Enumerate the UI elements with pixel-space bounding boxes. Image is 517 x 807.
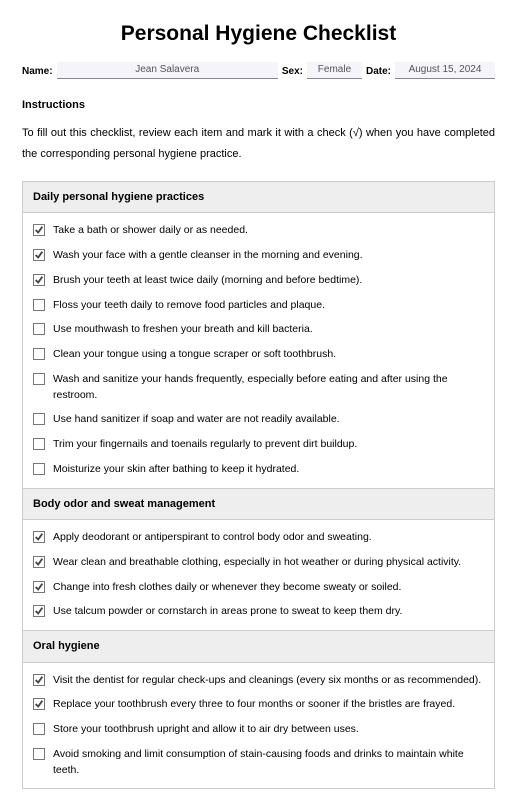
- name-label: Name:: [22, 64, 53, 79]
- check-label: Visit the dentist for regular check-ups …: [53, 673, 484, 689]
- section-header: Body odor and sweat management: [23, 489, 494, 521]
- section: Body odor and sweat management Apply deod…: [22, 489, 495, 632]
- check-item: Replace your toothbrush every three to f…: [33, 697, 484, 713]
- check-item: Wash and sanitize your hands frequently,…: [33, 372, 484, 404]
- check-label: Apply deodorant or antiperspirant to con…: [53, 530, 484, 546]
- checkbox[interactable]: [33, 274, 45, 286]
- section-body: Visit the dentist for regular check-ups …: [23, 663, 494, 789]
- check-item: Wash your face with a gentle cleanser in…: [33, 248, 484, 264]
- check-item: Change into fresh clothes daily or whene…: [33, 580, 484, 596]
- check-label: Brush your teeth at least twice daily (m…: [53, 273, 484, 289]
- checkbox[interactable]: [33, 249, 45, 261]
- sex-field[interactable]: Female: [307, 62, 362, 79]
- check-item: Use talcum powder or cornstarch in areas…: [33, 604, 484, 620]
- check-label: Wear clean and breathable clothing, espe…: [53, 555, 484, 571]
- check-label: Change into fresh clothes daily or whene…: [53, 580, 484, 596]
- check-label: Replace your toothbrush every three to f…: [53, 697, 484, 713]
- checkbox[interactable]: [33, 605, 45, 617]
- checkbox[interactable]: [33, 224, 45, 236]
- check-label: Store your toothbrush upright and allow …: [53, 722, 484, 738]
- check-item: Wear clean and breathable clothing, espe…: [33, 555, 484, 571]
- check-item: Floss your teeth daily to remove food pa…: [33, 298, 484, 314]
- checkbox[interactable]: [33, 556, 45, 568]
- check-label: Clean your tongue using a tongue scraper…: [53, 347, 484, 363]
- check-item: Use hand sanitizer if soap and water are…: [33, 412, 484, 428]
- checkbox[interactable]: [33, 299, 45, 311]
- section-body: Apply deodorant or antiperspirant to con…: [23, 520, 494, 630]
- section-header: Oral hygiene: [23, 631, 494, 663]
- checkbox[interactable]: [33, 348, 45, 360]
- checkbox[interactable]: [33, 373, 45, 385]
- sex-label: Sex:: [282, 64, 303, 79]
- check-item: Use mouthwash to freshen your breath and…: [33, 322, 484, 338]
- section-body: Take a bath or shower daily or as needed…: [23, 213, 494, 487]
- check-label: Use hand sanitizer if soap and water are…: [53, 412, 484, 428]
- checkbox[interactable]: [33, 581, 45, 593]
- check-label: Floss your teeth daily to remove food pa…: [53, 298, 484, 314]
- check-item: Avoid smoking and limit consumption of s…: [33, 747, 484, 779]
- checkbox[interactable]: [33, 531, 45, 543]
- check-item: Moisturize your skin after bathing to ke…: [33, 462, 484, 478]
- checkbox[interactable]: [33, 323, 45, 335]
- checkbox[interactable]: [33, 674, 45, 686]
- checkbox[interactable]: [33, 698, 45, 710]
- section: Oral hygiene Visit the dentist for regula…: [22, 631, 495, 789]
- check-label: Wash and sanitize your hands frequently,…: [53, 372, 484, 404]
- check-item: Trim your fingernails and toenails regul…: [33, 437, 484, 453]
- check-label: Avoid smoking and limit consumption of s…: [53, 747, 484, 779]
- check-item: Visit the dentist for regular check-ups …: [33, 673, 484, 689]
- check-label: Use mouthwash to freshen your breath and…: [53, 322, 484, 338]
- check-item: Brush your teeth at least twice daily (m…: [33, 273, 484, 289]
- check-label: Trim your fingernails and toenails regul…: [53, 437, 484, 453]
- page-title: Personal Hygiene Checklist: [22, 18, 495, 50]
- check-item: Apply deodorant or antiperspirant to con…: [33, 530, 484, 546]
- checkbox[interactable]: [33, 438, 45, 450]
- meta-row: Name: Jean Salavera Sex: Female Date: Au…: [22, 62, 495, 79]
- check-label: Take a bath or shower daily or as needed…: [53, 223, 484, 239]
- check-item: Store your toothbrush upright and allow …: [33, 722, 484, 738]
- section: Daily personal hygiene practices Take a b…: [22, 181, 495, 489]
- checkbox[interactable]: [33, 463, 45, 475]
- section-header: Daily personal hygiene practices: [23, 182, 494, 214]
- check-label: Use talcum powder or cornstarch in areas…: [53, 604, 484, 620]
- checkbox[interactable]: [33, 723, 45, 735]
- check-item: Take a bath or shower daily or as needed…: [33, 223, 484, 239]
- checkbox[interactable]: [33, 413, 45, 425]
- name-field[interactable]: Jean Salavera: [57, 62, 278, 79]
- date-label: Date:: [366, 64, 391, 79]
- date-field[interactable]: August 15, 2024: [395, 62, 495, 79]
- instructions-body: To fill out this checklist, review each …: [22, 123, 495, 165]
- instructions-heading: Instructions: [22, 97, 495, 114]
- check-item: Clean your tongue using a tongue scraper…: [33, 347, 484, 363]
- check-label: Wash your face with a gentle cleanser in…: [53, 248, 484, 264]
- checkbox[interactable]: [33, 748, 45, 760]
- check-label: Moisturize your skin after bathing to ke…: [53, 462, 484, 478]
